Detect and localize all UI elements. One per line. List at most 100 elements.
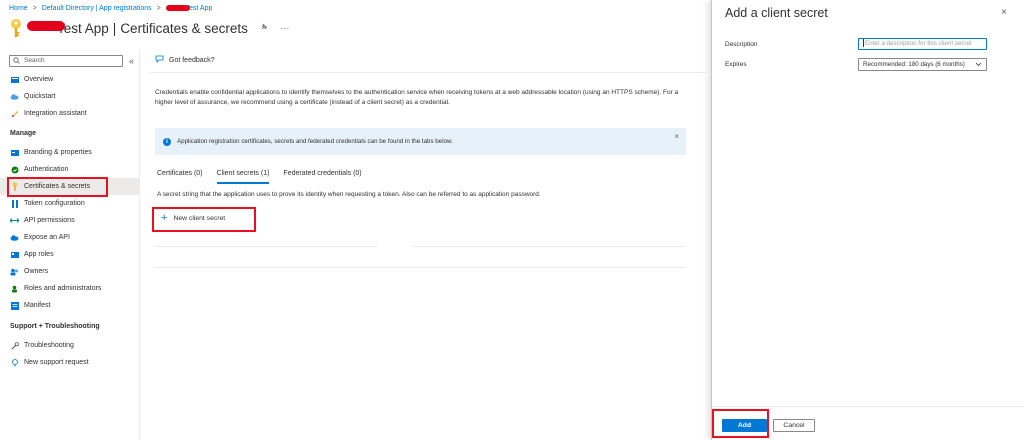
sidebar-item-token-configuration[interactable]: Token configuration: [0, 195, 140, 212]
sidebar-item-label: App roles: [24, 251, 54, 258]
add-button[interactable]: Add: [722, 419, 767, 432]
chevron-down-icon: [975, 59, 982, 73]
tab-client-secrets[interactable]: Client secrets (1): [216, 170, 269, 184]
support-icon: [10, 358, 19, 367]
close-icon[interactable]: ×: [1001, 7, 1007, 18]
new-client-secret-label: New client secret: [173, 215, 226, 222]
breadcrumb-app-registrations[interactable]: Default Directory | App registrations: [42, 5, 152, 12]
feedback-label: Got feedback?: [169, 56, 215, 64]
sidebar-item-troubleshooting[interactable]: Troubleshooting: [0, 337, 140, 354]
sidebar-item-label: API permissions: [24, 217, 75, 224]
plus-icon: +: [161, 212, 168, 224]
table-divider: [155, 267, 686, 268]
sidebar-item-label: Troubleshooting: [24, 342, 74, 349]
feedback-button[interactable]: Got feedback?: [155, 55, 215, 65]
close-icon[interactable]: ×: [674, 132, 679, 141]
sidebar-item-label: Expose an API: [24, 234, 70, 241]
expires-label: Expires: [725, 61, 747, 68]
tab-certificates[interactable]: Certificates (0): [157, 170, 203, 184]
description-field[interactable]: Enter a description for this client secr…: [858, 38, 987, 50]
app-name: Test App: [57, 20, 109, 36]
manage-section-header: Manage: [10, 130, 37, 137]
sidebar-item-certificates-secrets[interactable]: Certificates & secrets: [0, 178, 140, 195]
roles-icon: [10, 250, 19, 259]
sidebar-item-roles-administrators[interactable]: Roles and administrators: [0, 280, 140, 297]
table-divider: [155, 246, 377, 247]
sidebar: Search « Overview Quickstart Integration…: [0, 50, 140, 440]
sidebar-item-branding[interactable]: Branding & properties: [0, 144, 140, 161]
breadcrumb-home[interactable]: Home: [9, 5, 28, 12]
sidebar-item-expose-api[interactable]: Expose an API: [0, 229, 140, 246]
sidebar-item-new-support-request[interactable]: New support request: [0, 354, 140, 371]
breadcrumb-separator: >: [32, 5, 37, 12]
sidebar-item-app-roles[interactable]: App roles: [0, 246, 140, 263]
divider: [150, 72, 706, 73]
info-banner-text: Application registration certificates, s…: [177, 138, 453, 145]
add-client-secret-panel: Add a client secret × Description Enter …: [711, 0, 1024, 440]
expires-dropdown[interactable]: Recommended: 180 days (6 months): [858, 58, 987, 71]
credentials-description: Credentials enable confidential applicat…: [155, 89, 679, 106]
info-banner: i Application registration certificates,…: [155, 128, 686, 155]
sidebar-item-integration-assistant[interactable]: Integration assistant: [0, 105, 140, 122]
search-input[interactable]: Search: [9, 55, 123, 67]
arrows-icon: [10, 216, 19, 225]
collapse-sidebar-button[interactable]: «: [129, 56, 134, 66]
search-icon: [13, 57, 20, 68]
description-placeholder: Enter a description for this client secr…: [865, 40, 972, 47]
sidebar-item-owners[interactable]: Owners: [0, 263, 140, 280]
support-section-header: Support + Troubleshooting: [10, 323, 100, 330]
admin-icon: [10, 284, 19, 293]
cloud-icon: [10, 92, 19, 101]
tab-federated-credentials[interactable]: Federated credentials (0): [283, 170, 361, 184]
client-secrets-description: A secret string that the application use…: [157, 191, 541, 198]
feedback-icon: [155, 55, 164, 65]
sidebar-item-label: Authentication: [24, 166, 69, 173]
sidebar-item-overview[interactable]: Overview: [0, 71, 140, 88]
redaction-mark: [27, 21, 65, 31]
pin-icon[interactable]: [260, 23, 271, 33]
cloud-api-icon: [10, 233, 19, 242]
page-header: Test App | Certificates & secrets ···: [9, 18, 299, 38]
sidebar-item-label: Manifest: [24, 302, 51, 309]
auth-icon: [10, 165, 19, 174]
sidebar-item-authentication[interactable]: Authentication: [0, 161, 140, 178]
page-title: Certificates & secrets: [120, 20, 248, 36]
breadcrumb-separator: >: [156, 5, 161, 12]
search-placeholder: Search: [24, 57, 45, 64]
sidebar-item-api-permissions[interactable]: API permissions: [0, 212, 140, 229]
info-icon: i: [163, 137, 171, 146]
expires-value: Recommended: 180 days (6 months): [863, 61, 965, 68]
sidebar-item-quickstart[interactable]: Quickstart: [0, 88, 140, 105]
token-icon: [10, 199, 19, 208]
owners-icon: [10, 267, 19, 276]
ellipsis-icon[interactable]: ···: [280, 23, 289, 33]
panel-title: Add a client secret: [725, 6, 828, 20]
sidebar-item-manifest[interactable]: Manifest: [0, 297, 140, 314]
key-icon: [9, 18, 23, 38]
sidebar-item-label: Certificates & secrets: [24, 183, 91, 190]
main-content: Got feedback? Credentials enable confide…: [150, 50, 706, 440]
branding-icon: [10, 148, 19, 157]
breadcrumb-test-app[interactable]: Test App: [186, 5, 213, 12]
footer-divider: [712, 406, 1024, 407]
grid-icon: [10, 75, 19, 84]
text-caret: [863, 39, 864, 48]
rocket-icon: [10, 109, 19, 118]
credential-tabs: Certificates (0) Client secrets (1) Fede…: [157, 170, 376, 184]
sidebar-item-label: Branding & properties: [24, 149, 92, 156]
sidebar-item-label: Integration assistant: [24, 110, 87, 117]
table-divider: [412, 246, 686, 247]
title-actions: ···: [260, 23, 300, 33]
new-client-secret-button[interactable]: + New client secret: [161, 212, 226, 224]
sidebar-item-label: Overview: [24, 76, 54, 83]
manifest-icon: [10, 301, 19, 310]
sidebar-item-label: Token configuration: [24, 200, 85, 207]
sidebar-item-label: New support request: [24, 359, 89, 366]
sidebar-item-label: Quickstart: [24, 93, 56, 100]
cancel-button[interactable]: Cancel: [773, 419, 815, 432]
sidebar-item-label: Roles and administrators: [24, 285, 102, 292]
sidebar-item-label: Owners: [24, 268, 49, 275]
description-label: Description: [725, 41, 758, 48]
title-separator: |: [112, 20, 117, 36]
wrench-icon: [10, 341, 19, 350]
